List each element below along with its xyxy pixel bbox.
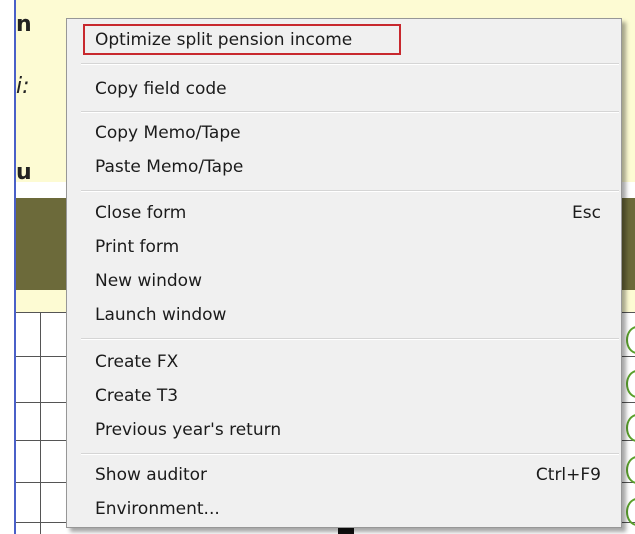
menu-item-paste-memo-tape[interactable]: Paste Memo/Tape [95, 152, 601, 182]
menu-item-shortcut: Esc [572, 203, 601, 223]
menu-item-environment[interactable]: Environment... [95, 494, 601, 524]
menu-item-create-fx[interactable]: Create FX [95, 347, 601, 377]
menu-item-label: Close form [95, 203, 187, 223]
checkmark-icon [626, 456, 635, 484]
menu-item-shortcut: Ctrl+F9 [535, 465, 601, 485]
menu-separator [81, 111, 619, 113]
menu-separator [81, 338, 619, 340]
form-text-fragment: i: [16, 74, 30, 99]
menu-item-new-window[interactable]: New window [95, 266, 601, 296]
menu-item-show-auditor[interactable]: Show auditor Ctrl+F9 [95, 460, 601, 490]
menu-item-copy-memo-tape[interactable]: Copy Memo/Tape [95, 118, 601, 148]
checkmark-icon [626, 414, 635, 442]
menu-item-optimize-split-pension-income[interactable]: Optimize split pension income [95, 25, 601, 55]
menu-item-label: New window [95, 271, 202, 291]
menu-item-create-t3[interactable]: Create T3 [95, 381, 601, 411]
menu-item-print-form[interactable]: Print form [95, 232, 601, 262]
form-text-fragment: u [16, 160, 32, 185]
context-menu: Optimize split pension income Copy field… [66, 18, 622, 528]
menu-item-label: Show auditor [95, 465, 208, 485]
menu-item-label: Create FX [95, 352, 179, 372]
menu-item-label: Optimize split pension income [95, 30, 353, 50]
menu-item-label: Previous year's return [95, 420, 282, 440]
menu-gutter [67, 19, 81, 527]
menu-item-label: Copy field code [95, 79, 227, 99]
checkmark-icon [626, 370, 635, 398]
menu-item-label: Environment... [95, 499, 220, 519]
checkmark-icon [626, 326, 635, 354]
menu-item-label: Paste Memo/Tape [95, 157, 244, 177]
menu-item-label: Create T3 [95, 386, 179, 406]
menu-item-launch-window[interactable]: Launch window [95, 300, 601, 330]
menu-separator [81, 453, 619, 455]
menu-separator [81, 63, 619, 65]
form-text-fragment: n [16, 12, 32, 37]
menu-separator [81, 190, 619, 192]
table-column-rule [40, 312, 41, 534]
menu-item-label: Launch window [95, 305, 227, 325]
menu-item-label: Print form [95, 237, 180, 257]
menu-item-close-form[interactable]: Close form Esc [95, 198, 601, 228]
menu-item-previous-years-return[interactable]: Previous year's return [95, 415, 601, 445]
menu-item-copy-field-code[interactable]: Copy field code [95, 74, 601, 104]
menu-item-label: Copy Memo/Tape [95, 123, 241, 143]
